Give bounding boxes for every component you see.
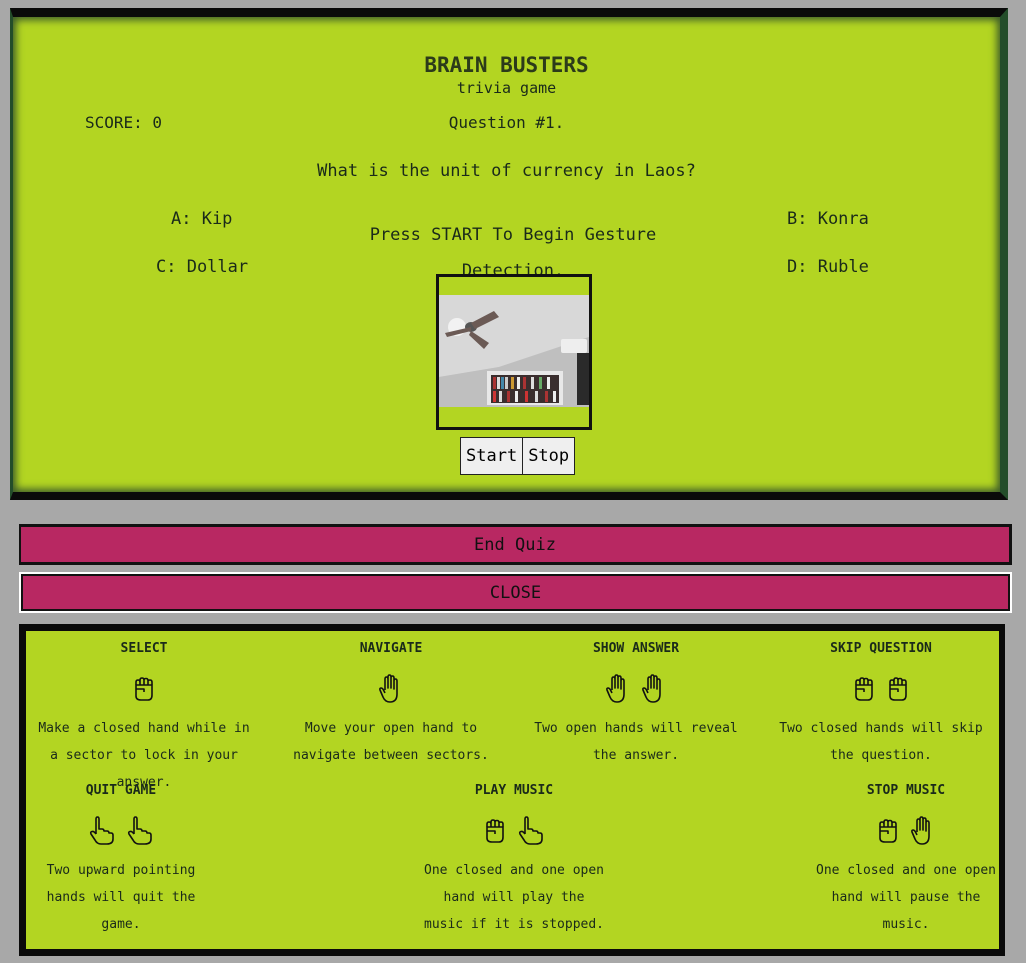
option-b[interactable]: B: Konra <box>787 209 869 229</box>
pointing-up-icon <box>88 816 116 850</box>
fist-icon <box>852 676 876 706</box>
gesture-title: SKIP QUESTION <box>830 641 932 656</box>
gesture-description: One closed and one open hand will play t… <box>424 863 605 932</box>
game-panel: BRAIN BUSTERS trivia game SCORE: 0 Quest… <box>10 8 1008 500</box>
gesture-description: Move your open hand to navigate between … <box>293 721 489 763</box>
gesture-navigate: NAVIGATE Move your open hand to navigate… <box>276 641 506 769</box>
gesture-description: Two closed hands will skip the question. <box>779 721 983 763</box>
gesture-guide: SELECT Make a closed hand while in a sec… <box>19 624 1005 956</box>
game-title: BRAIN BUSTERS <box>424 53 589 77</box>
gesture-select: SELECT Make a closed hand while in a sec… <box>32 641 256 796</box>
gesture-title: NAVIGATE <box>359 641 423 656</box>
gesture-title: SHOW ANSWER <box>592 641 680 656</box>
start-button[interactable]: Start <box>460 437 524 475</box>
end-quiz-button[interactable]: End Quiz <box>19 524 1012 565</box>
pointing-up-icon <box>517 816 545 850</box>
webcam-image <box>439 277 589 427</box>
pointing-up-icon <box>126 816 154 850</box>
gesture-stop-music: STOP MUSIC One closed and one open hand … <box>816 783 996 938</box>
gesture-play-music: PLAY MUSIC One closed and one open hand … <box>424 783 604 938</box>
gesture-title: PLAY MUSIC <box>474 783 554 798</box>
open-hand-icon <box>910 816 936 850</box>
fist-icon <box>876 818 900 848</box>
question-number: Question #1. <box>448 113 565 132</box>
gesture-description: One closed and one open hand will pause … <box>816 863 997 932</box>
gesture-show-answer: SHOW ANSWER Two open hands will reveal t… <box>524 641 748 769</box>
detection-controls: Start Stop <box>460 437 576 475</box>
stop-button[interactable]: Stop <box>523 437 576 475</box>
open-hand-icon <box>605 674 631 708</box>
close-button[interactable]: CLOSE <box>19 572 1012 613</box>
gesture-skip-question: SKIP QUESTION Two closed hands will skip… <box>768 641 994 769</box>
game-subtitle: trivia game <box>456 79 557 97</box>
question-text: What is the unit of currency in Laos? <box>317 161 696 181</box>
fist-icon <box>886 676 910 706</box>
gesture-quit-game: QUIT GAME Two upward pointing hands will… <box>46 783 196 938</box>
fist-icon <box>132 676 156 706</box>
open-hand-icon <box>641 674 667 708</box>
fist-icon <box>483 818 507 848</box>
gesture-description: Two upward pointing hands will quit the … <box>46 863 196 932</box>
gesture-title: SELECT <box>120 641 168 656</box>
webcam-feed <box>436 274 592 430</box>
gesture-description: Two open hands will reveal the answer. <box>534 721 738 763</box>
option-d[interactable]: D: Ruble <box>787 257 869 277</box>
gesture-title: QUIT GAME <box>85 783 157 798</box>
option-c[interactable]: C: Dollar <box>156 257 248 277</box>
gesture-title: STOP MUSIC <box>866 783 946 798</box>
open-hand-icon <box>378 674 404 708</box>
option-a[interactable]: A: Kip <box>171 209 232 229</box>
